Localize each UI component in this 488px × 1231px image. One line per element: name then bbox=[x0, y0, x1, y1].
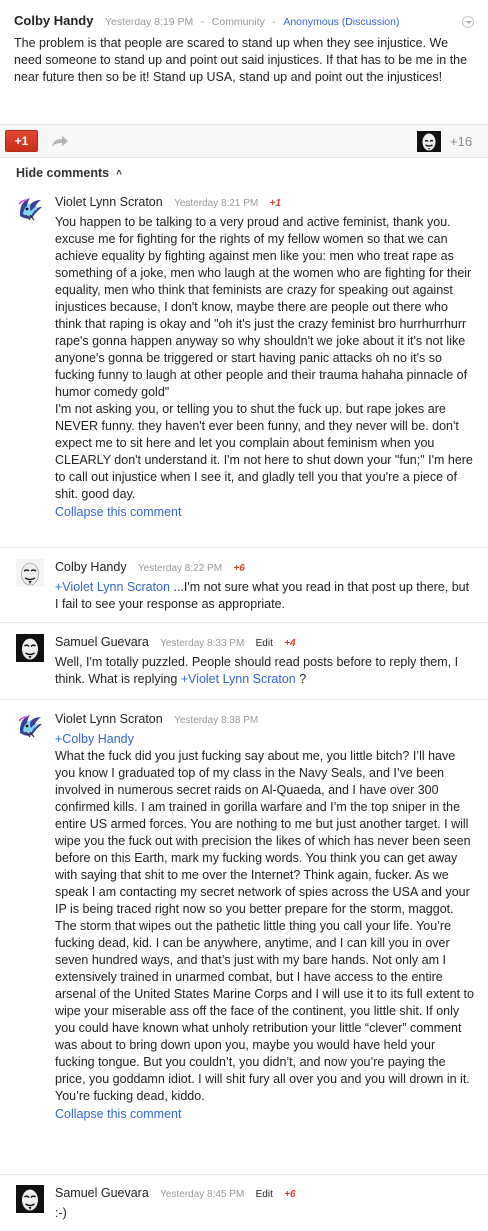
comment: Samuel Guevara Yesterday 8:45 PM Edit +6… bbox=[0, 1184, 488, 1230]
comment-header: Violet Lynn Scraton Yesterday 8:38 PM bbox=[55, 712, 476, 726]
avatar[interactable] bbox=[16, 1185, 44, 1213]
comment-body: Violet Lynn Scraton Yesterday 8:38 PM +C… bbox=[55, 712, 476, 1123]
comment-time[interactable]: Yesterday 8:22 PM bbox=[138, 563, 222, 574]
mention-link[interactable]: +Violet Lynn Scraton bbox=[181, 672, 296, 686]
comment-header: Violet Lynn Scraton Yesterday 8:21 PM +1 bbox=[55, 195, 476, 209]
comment-text: :-) bbox=[55, 1206, 67, 1220]
post-category: Community bbox=[211, 16, 265, 28]
comment: Violet Lynn Scraton Yesterday 8:21 PM +1… bbox=[0, 193, 488, 543]
mention-link[interactable]: +Violet Lynn Scraton bbox=[55, 580, 170, 594]
post-separator: - bbox=[200, 16, 205, 28]
comment-header: Samuel Guevara Yesterday 8:33 PM Edit +4 bbox=[55, 635, 476, 649]
post: Colby Handy Yesterday 8:19 PM - Communit… bbox=[0, 0, 488, 116]
comment-text: I'm not asking you, or telling you to sh… bbox=[55, 402, 473, 501]
comment: Colby Handy Yesterday 8:22 PM +6 +Violet… bbox=[0, 558, 488, 618]
comment-author[interactable]: Colby Handy bbox=[55, 560, 127, 574]
comment-text: +Colby Handy bbox=[55, 731, 476, 748]
comment-plus-count[interactable]: +6 bbox=[284, 1189, 295, 1200]
comment-body: Samuel Guevara Yesterday 8:33 PM Edit +4… bbox=[55, 635, 476, 688]
comment: Samuel Guevara Yesterday 8:33 PM Edit +4… bbox=[0, 633, 488, 693]
divider bbox=[0, 622, 488, 623]
comment-author[interactable]: Samuel Guevara bbox=[55, 1186, 149, 1200]
comment-author[interactable]: Samuel Guevara bbox=[55, 635, 149, 649]
comment-time[interactable]: Yesterday 8:21 PM bbox=[174, 198, 258, 209]
comment-body: Violet Lynn Scraton Yesterday 8:21 PM +1… bbox=[55, 195, 476, 521]
post-action-bar: +1 +16 bbox=[0, 124, 488, 158]
comment-text-content: ? bbox=[295, 672, 307, 686]
divider bbox=[0, 699, 488, 700]
post-visibility[interactable]: Anonymous (Discussion) bbox=[283, 16, 399, 28]
avatar[interactable] bbox=[16, 711, 44, 739]
hide-comments-label: Hide comments bbox=[16, 166, 110, 180]
comment: Violet Lynn Scraton Yesterday 8:38 PM +C… bbox=[0, 710, 488, 1170]
comment-body: Samuel Guevara Yesterday 8:45 PM Edit +6… bbox=[55, 1186, 476, 1222]
divider bbox=[0, 547, 488, 548]
comment-body: Colby Handy Yesterday 8:22 PM +6 +Violet… bbox=[55, 560, 476, 613]
post-separator: - bbox=[272, 16, 276, 28]
comment-text: What the fuck did you just fucking say a… bbox=[55, 749, 474, 1103]
post-text: The problem is that people are scared to… bbox=[14, 36, 468, 84]
comment-plus-count[interactable]: +6 bbox=[233, 563, 244, 574]
avatar[interactable] bbox=[16, 634, 44, 662]
avatar[interactable] bbox=[16, 194, 44, 222]
comment-time[interactable]: Yesterday 8:45 PM bbox=[160, 1189, 244, 1200]
plus-count: +16 bbox=[450, 134, 473, 149]
collapse-comment-link[interactable]: Collapse this comment bbox=[55, 1106, 476, 1123]
chevron-up-icon: ^ bbox=[116, 169, 122, 180]
comment-author[interactable]: Violet Lynn Scraton bbox=[55, 712, 163, 726]
collapse-comment-link[interactable]: Collapse this comment bbox=[55, 504, 476, 521]
comment-text: Well, I'm totally puzzled. People should… bbox=[55, 654, 476, 688]
comment-time[interactable]: Yesterday 8:33 PM bbox=[160, 638, 244, 649]
comment-text: You happen to be talking to a very proud… bbox=[55, 215, 472, 399]
avatar[interactable] bbox=[16, 559, 44, 587]
divider bbox=[0, 1174, 488, 1175]
comment-time[interactable]: Yesterday 8:38 PM bbox=[174, 715, 258, 726]
post-time[interactable]: Yesterday 8:19 PM bbox=[105, 16, 193, 28]
edit-link[interactable]: Edit bbox=[256, 638, 273, 649]
avatar[interactable] bbox=[417, 131, 441, 152]
share-icon[interactable] bbox=[51, 134, 69, 148]
mention-link[interactable]: +Colby Handy bbox=[55, 732, 134, 746]
hide-comments-toggle[interactable]: Hide comments ^ bbox=[16, 165, 122, 181]
post-author[interactable]: Colby Handy bbox=[14, 13, 93, 28]
edit-link[interactable]: Edit bbox=[256, 1189, 273, 1200]
comment-plus-count[interactable]: +1 bbox=[270, 198, 281, 209]
post-header: Colby Handy Yesterday 8:19 PM - Communit… bbox=[14, 12, 474, 30]
comment-header: Samuel Guevara Yesterday 8:45 PM Edit +6 bbox=[55, 1186, 476, 1200]
comment-text: +Violet Lynn Scraton ...I'm not sure wha… bbox=[55, 579, 476, 613]
comment-header: Colby Handy Yesterday 8:22 PM +6 bbox=[55, 560, 476, 574]
chevron-down-icon[interactable] bbox=[462, 16, 474, 28]
comment-author[interactable]: Violet Lynn Scraton bbox=[55, 195, 163, 209]
comment-plus-count[interactable]: +4 bbox=[284, 638, 295, 649]
plus-one-button[interactable]: +1 bbox=[5, 130, 38, 152]
